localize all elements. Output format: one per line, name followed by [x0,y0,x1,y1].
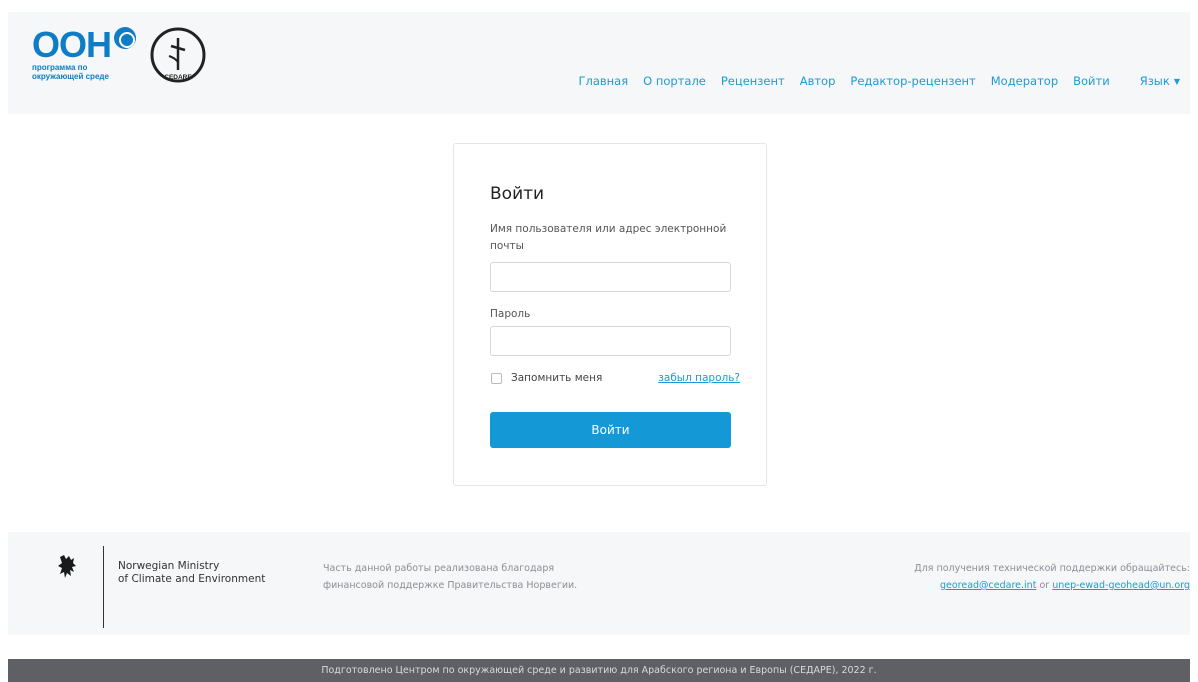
ministry-name: Norwegian Ministry of Climate and Enviro… [118,560,266,585]
username-label: Имя пользователя или адрес электронной п… [490,223,727,252]
unep-logo[interactable]: ООН программа по окружающей среде [32,24,137,81]
password-input[interactable] [490,326,731,356]
nav-item-home[interactable]: Главная [578,74,628,88]
logo-subtitle: программа по окружающей среде [32,63,109,81]
password-label: Пароль [490,308,531,320]
norway-lion-icon [58,555,76,578]
chevron-down-icon: ▼ [1173,77,1180,86]
language-label: Язык [1139,74,1170,88]
nav-item-login[interactable]: Войти [1073,74,1110,88]
contact-text: Для получения технической поддержки обра… [914,563,1190,574]
copyright-bar: Подготовлено Центром по окружающей среде… [8,659,1190,682]
copyright-text: Подготовлено Центром по окружающей среде… [321,665,877,676]
contact-email-un[interactable]: unep-ewad-geohead@un.org [1052,580,1190,591]
login-button[interactable]: Войти [490,412,731,448]
nav-item-editor-reviewer[interactable]: Редактор-рецензент [850,74,975,88]
forgot-password-link[interactable]: забыл пароль? [658,372,740,384]
site-header: ООН программа по окружающей среде CEDARE… [8,12,1190,114]
remember-checkbox[interactable] [491,372,502,384]
nav-item-author[interactable]: Автор [800,74,836,88]
support-text: Часть данной работы реализована благодар… [323,563,578,591]
site-footer: Norwegian Ministry of Climate and Enviro… [8,532,1190,635]
contact-info: Для получения технической поддержки обра… [914,560,1190,594]
un-emblem-icon [114,27,137,49]
remember-me[interactable]: Запомнить меня [491,372,602,384]
contact-or: or [1039,580,1050,591]
contact-email-cedare[interactable]: georead@cedare.int [940,580,1036,591]
main-nav: Главная О портале Рецензент Автор Редакт… [563,74,1180,88]
remember-label: Запомнить меня [511,372,603,384]
cedare-logo-text: CEDARE [164,74,192,81]
footer-divider [103,546,104,628]
nav-item-moderator[interactable]: Модератор [991,74,1058,88]
nav-item-reviewer[interactable]: Рецензент [721,74,785,88]
nav-item-language[interactable]: Язык ▼ [1125,74,1180,88]
logo-text: ООН [32,24,112,65]
login-title: Войти [490,184,545,204]
nav-item-about[interactable]: О портале [643,74,706,88]
login-card: Войти Имя пользователя или адрес электро… [453,143,767,486]
username-input[interactable] [490,262,731,292]
cedare-logo-icon[interactable]: CEDARE [149,26,207,84]
